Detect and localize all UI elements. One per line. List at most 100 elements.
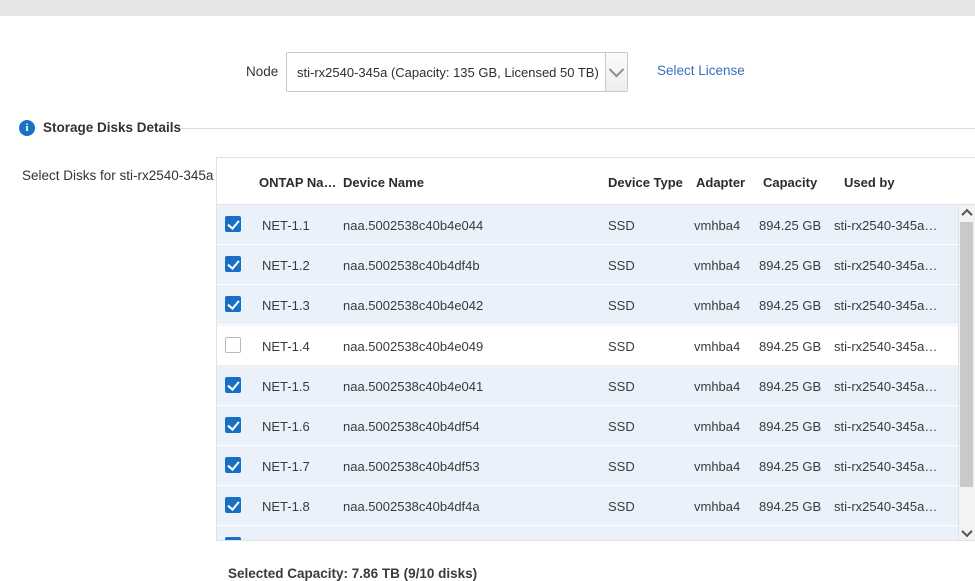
node-label: Node (246, 64, 278, 79)
row-checkbox[interactable] (225, 216, 241, 232)
scrollbar-thumb[interactable] (960, 222, 973, 487)
storage-disks-details-section-header: i Storage Disks Details (0, 118, 975, 142)
column-header-adapter[interactable]: Adapter (696, 175, 745, 190)
cell-capacity: 894.25 GB (759, 339, 821, 354)
row-checkbox[interactable] (225, 457, 241, 473)
cell-device-name: naa.5002538c40b4e049 (343, 339, 483, 354)
cell-adapter: vmhba4 (694, 218, 740, 233)
row-checkbox[interactable] (225, 296, 241, 312)
cell-ontap-name: NET-1.5 (262, 379, 310, 394)
column-header-used-by[interactable]: Used by (844, 175, 895, 190)
info-icon: i (19, 120, 35, 136)
cell-adapter: vmhba4 (694, 379, 740, 394)
cell-used-by: sti-rx2540-345a=… (834, 499, 944, 514)
cell-device-type: SSD (608, 539, 635, 541)
column-header-device-name[interactable]: Device Name (343, 175, 424, 190)
cell-ontap-name: NET-1.8 (262, 499, 310, 514)
table-row[interactable]: NET-1.1 naa.5002538c40b4e044 SSD vmhba4 894.… (217, 205, 975, 245)
table-row[interactable]: NET-1.7 naa.5002538c40b4df53 SSD vmhba4 894.… (217, 446, 975, 486)
cell-adapter: vmhba4 (694, 258, 740, 273)
cell-ontap-name: NET-1.3 (262, 298, 310, 313)
scroll-down-button[interactable] (959, 525, 974, 541)
node-selection-row: Node sti-rx2540-345a (Capacity: 135 GB, … (0, 52, 975, 96)
select-disks-label-prefix: Select Disks for (22, 168, 116, 183)
cell-ontap-name: NET-1.7 (262, 459, 310, 474)
cell-device-type: SSD (608, 379, 635, 394)
cell-used-by: sti-rx2540-345a=… (834, 379, 944, 394)
section-divider (180, 128, 975, 129)
cell-device-type: SSD (608, 218, 635, 233)
row-checkbox[interactable] (225, 537, 241, 541)
cell-used-by: sti-rx2540-345a=… (834, 218, 944, 233)
row-checkbox[interactable] (225, 337, 241, 353)
cell-used-by: sti-rx2540-345a=… (834, 419, 944, 434)
cell-device-type: SSD (608, 298, 635, 313)
table-row[interactable]: NET-1.5 naa.5002538c40b4e041 SSD vmhba4 894.… (217, 366, 975, 406)
cell-adapter: vmhba4 (694, 459, 740, 474)
cell-capacity: 894.25 GB (759, 258, 821, 273)
cell-device-name: naa.5002538c40b4df4b (343, 258, 480, 273)
cell-capacity: 894.25 GB (759, 379, 821, 394)
row-checkbox[interactable] (225, 377, 241, 393)
node-select[interactable]: sti-rx2540-345a (Capacity: 135 GB, Licen… (286, 52, 628, 92)
cell-capacity: 894.25 GB (759, 419, 821, 434)
table-row[interactable]: NET-1.8 naa.5002538c40b4df4a SSD vmhba4 894.… (217, 486, 975, 526)
select-disks-label-node: sti-rx2540-345a (120, 168, 214, 183)
cell-device-type: SSD (608, 499, 635, 514)
disks-table: ONTAP Na… Device Name Device Type Adapte… (216, 157, 975, 541)
cell-adapter: vmhba4 (694, 539, 740, 541)
column-header-device-type[interactable]: Device Type (608, 175, 683, 190)
cell-device-name: naa.5002538c40b4df54 (343, 419, 480, 434)
selected-capacity-status: Selected Capacity: 7.86 TB (9/10 disks) (228, 566, 477, 581)
cell-device-type: SSD (608, 258, 635, 273)
row-checkbox[interactable] (225, 417, 241, 433)
chevron-down-icon (609, 61, 625, 77)
table-row[interactable]: NET-1.6 naa.5002538c40b4df54 SSD vmhba4 894.… (217, 406, 975, 446)
table-body: NET-1.1 naa.5002538c40b4e044 SSD vmhba4 894.… (217, 205, 975, 541)
cell-device-name: naa.5002538c40b4e042 (343, 298, 483, 313)
chevron-down-icon (961, 526, 972, 537)
cell-device-name: naa.5002538c40b4df53 (343, 459, 480, 474)
table-row[interactable]: NET-1.4naa.5002538c40b4e049SSDvmhba4894.… (217, 325, 975, 366)
cell-device-name: naa.5002538c40b4e041 (343, 379, 483, 394)
row-checkbox[interactable] (225, 497, 241, 513)
cell-capacity: 894.25 GB (759, 218, 821, 233)
cell-capacity: 894.25 GB (759, 459, 821, 474)
table-row[interactable]: NET-1.3naa.5002538c40b4e042SSDvmhba4894.… (217, 285, 975, 325)
table-scrollbar[interactable] (958, 205, 975, 541)
table-header-row: ONTAP Na… Device Name Device Type Adapte… (217, 158, 975, 205)
cell-used-by: sti-rx2540-345a=… (834, 339, 944, 354)
cell-capacity: 894.25 GB (759, 539, 821, 541)
cell-used-by: sti-rx2540-345a=… (834, 539, 944, 541)
cell-used-by: sti-rx2540-345a=… (834, 298, 944, 313)
cell-ontap-name: NET-1.2 (262, 258, 310, 273)
cell-device-type: SSD (608, 419, 635, 434)
column-header-ontap-name[interactable]: ONTAP Na… (259, 175, 337, 190)
cell-adapter: vmhba4 (694, 419, 740, 434)
cell-ontap-name: NET-1.1 (262, 218, 310, 233)
select-disks-label: Select Disks for sti-rx2540-345a (22, 168, 213, 183)
cell-used-by: sti-rx2540-345a=… (834, 459, 944, 474)
cell-adapter: vmhba4 (694, 499, 740, 514)
cell-ontap-name: NET-1.4 (262, 339, 310, 354)
top-gray-strip (0, 0, 975, 16)
cell-device-name: naa.5002538c40b4df4a (343, 499, 480, 514)
section-title: Storage Disks Details (43, 120, 181, 135)
cell-ontap-name: NET-1.6 (262, 419, 310, 434)
cell-device-type: SSD (608, 339, 635, 354)
table-row[interactable]: NET-1.9 naa.5002538c40b4e03e SSD vmhba4 894.… (217, 526, 975, 541)
node-select-value: sti-rx2540-345a (Capacity: 135 GB, Licen… (297, 65, 599, 80)
cell-device-name: naa.5002538c40b4e044 (343, 218, 483, 233)
cell-device-name: naa.5002538c40b4e03e (343, 539, 483, 541)
cell-capacity: 894.25 GB (759, 298, 821, 313)
select-license-link[interactable]: Select License (657, 63, 745, 78)
scroll-up-button[interactable] (959, 205, 974, 221)
cell-ontap-name: NET-1.9 (262, 539, 310, 541)
cell-capacity: 894.25 GB (759, 499, 821, 514)
row-checkbox[interactable] (225, 256, 241, 272)
chevron-up-icon (961, 209, 972, 220)
cell-device-type: SSD (608, 459, 635, 474)
node-select-dropdown-button[interactable] (605, 53, 627, 91)
table-row[interactable]: NET-1.2 naa.5002538c40b4df4b SSD vmhba4 894.… (217, 245, 975, 285)
column-header-capacity[interactable]: Capacity (763, 175, 817, 190)
